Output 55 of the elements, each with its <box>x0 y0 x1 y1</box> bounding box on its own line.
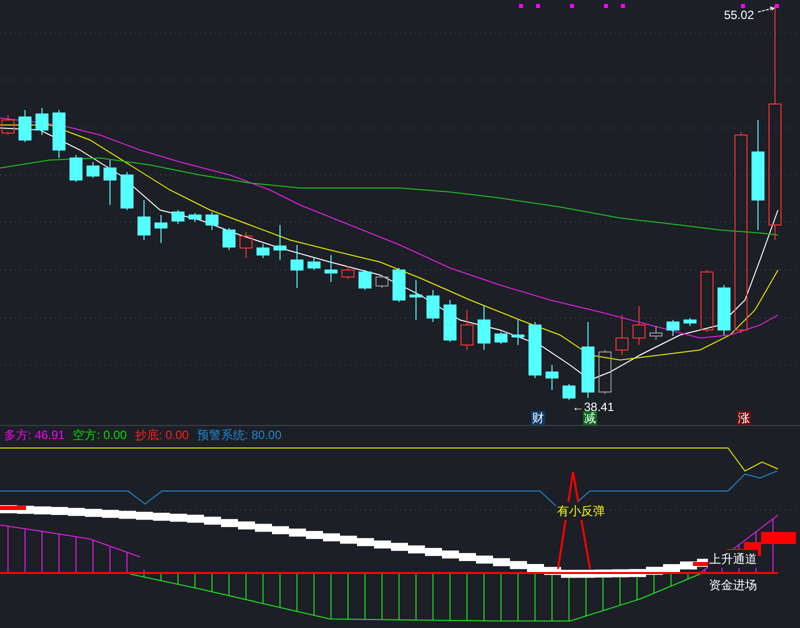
candlestick <box>376 274 388 288</box>
candlestick <box>528 322 542 378</box>
candlestick <box>154 214 168 244</box>
arrow-icon <box>758 6 776 14</box>
candlestick <box>616 314 628 356</box>
candlestick <box>86 162 100 178</box>
candlestick <box>308 258 320 270</box>
candlestick <box>358 270 372 290</box>
candlestick <box>494 332 508 344</box>
candlestick <box>104 160 116 206</box>
candlestick <box>240 232 252 258</box>
signal-bar <box>0 506 26 510</box>
candlestick <box>700 270 714 332</box>
candlestick <box>426 290 440 322</box>
candlestick <box>684 318 696 326</box>
candlestick <box>512 320 524 346</box>
candlestick <box>70 154 82 182</box>
candlestick <box>2 114 14 136</box>
signal-annotation: 有小反弹 <box>556 502 606 520</box>
candlestick <box>188 212 202 222</box>
candlestick <box>460 310 474 350</box>
candlestick <box>478 304 490 350</box>
candlestick <box>290 244 304 288</box>
candlestick <box>632 306 646 346</box>
signal-annotation: 上升通道 <box>708 550 758 568</box>
candlestick <box>392 268 406 302</box>
candlestick <box>546 364 558 390</box>
candlestick <box>206 212 218 230</box>
signal-marker: 减 <box>583 411 597 425</box>
signal-marker: 涨 <box>737 411 751 425</box>
candlestick <box>36 108 48 136</box>
candlestick <box>172 210 184 224</box>
indicator-legend-item: 预警系统: 80.00 <box>196 427 282 444</box>
candlestick <box>120 172 134 210</box>
candlestick <box>598 350 612 394</box>
signal-annotation: 资金进场 <box>708 576 758 594</box>
candlestick <box>342 266 354 280</box>
candlestick <box>650 326 662 340</box>
candlestick <box>18 110 32 142</box>
candlestick <box>324 254 338 282</box>
candlestick <box>444 300 456 342</box>
indicator-legend-item: 抄底: 0.00 <box>134 427 189 444</box>
candlestick <box>52 110 66 158</box>
candlestick <box>410 280 422 320</box>
high-price-label: 55.02 <box>724 7 754 24</box>
candlestick <box>138 200 150 240</box>
candlestick <box>562 384 576 400</box>
candlestick <box>222 228 236 250</box>
candlestick <box>274 224 286 260</box>
signal-marker: 财 <box>531 411 545 425</box>
indicator-legend-item: 多方: 46.91 <box>4 427 65 444</box>
candlestick <box>256 244 270 258</box>
candlestick <box>718 284 730 336</box>
indicator-legend-item: 空方: 0.00 <box>72 427 127 444</box>
candlestick <box>666 320 680 336</box>
